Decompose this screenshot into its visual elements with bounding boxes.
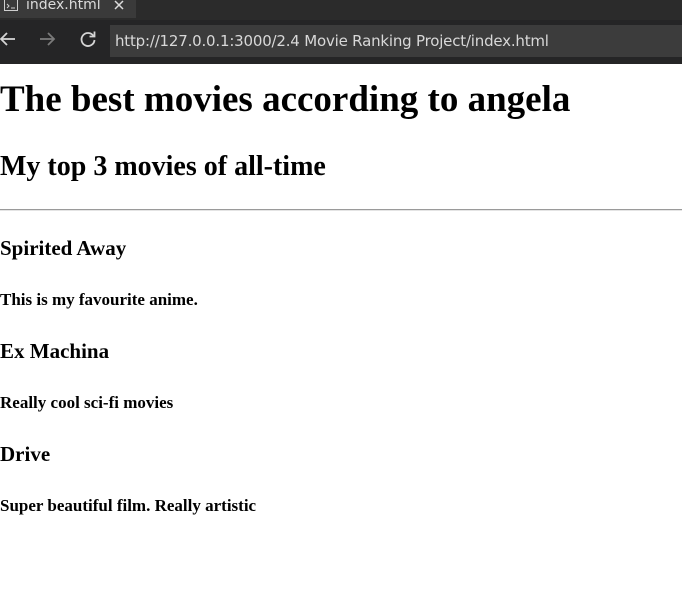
page-title: The best movies according to angela <box>0 79 571 120</box>
movie-title: Ex Machina <box>0 339 110 363</box>
page-subtitle: My top 3 movies of all-time <box>0 151 326 182</box>
tab-title: index.html <box>26 0 101 13</box>
tab-index-html[interactable]: index.html <box>0 0 136 18</box>
forward-button[interactable] <box>36 30 58 52</box>
arrow-right-icon <box>37 29 57 54</box>
file-code-icon <box>4 0 18 11</box>
address-bar[interactable]: http://127.0.0.1:3000/2.4 Movie Ranking … <box>110 25 682 57</box>
browser-chrome: index.html http://127.0.0.1:3000/2.4 Mov… <box>0 0 682 64</box>
address-url: http://127.0.0.1:3000/2.4 Movie Ranking … <box>115 32 549 50</box>
horizontal-rule <box>0 209 682 211</box>
reload-icon <box>78 29 98 54</box>
movie-title: Spirited Away <box>0 236 127 260</box>
reload-button[interactable] <box>77 30 99 52</box>
arrow-left-icon <box>0 29 18 54</box>
movie-description: This is my favourite anime. <box>0 290 198 309</box>
page-content: The best movies according to angela My t… <box>0 64 682 611</box>
tab-bar: index.html <box>0 0 682 20</box>
back-button[interactable] <box>0 30 19 52</box>
movie-description: Super beautiful film. Really artistic <box>0 496 257 515</box>
close-icon[interactable] <box>113 0 125 11</box>
movie-title: Drive <box>0 442 51 466</box>
movie-description: Really cool sci-fi movies <box>0 393 174 412</box>
navigation-bar: http://127.0.0.1:3000/2.4 Movie Ranking … <box>0 20 682 64</box>
